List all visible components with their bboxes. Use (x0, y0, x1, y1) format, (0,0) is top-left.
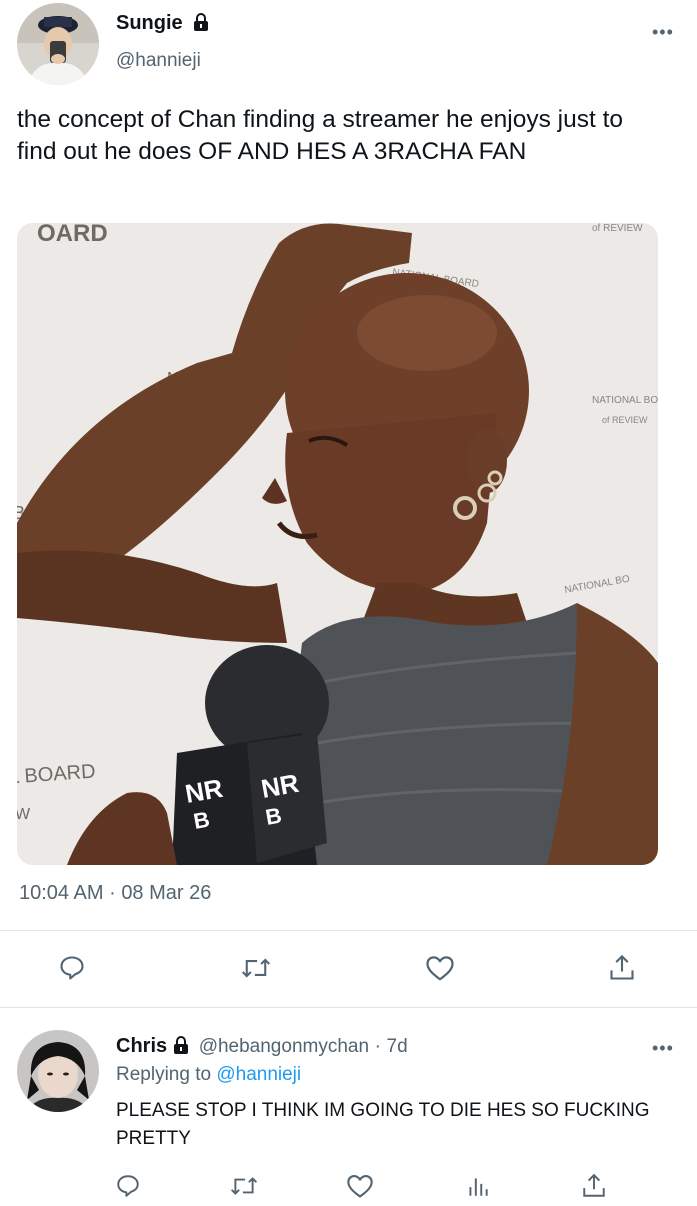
replying-to-row: Replying to @hannieji (116, 1064, 301, 1086)
tweet-text: the concept of Chan finding a streamer h… (17, 106, 624, 165)
divider (0, 930, 697, 931)
lock-icon (174, 1036, 189, 1054)
reply-retweet-button[interactable] (224, 1166, 264, 1206)
reply-button[interactable] (52, 948, 92, 988)
tweet-date[interactable]: 08 Mar 26 (121, 882, 211, 904)
more-options-button[interactable]: ••• (652, 22, 674, 43)
backdrop-text-w: W (17, 806, 31, 823)
reply-age[interactable]: 7d (387, 1036, 408, 1057)
author-handle[interactable]: @hannieji (116, 50, 201, 72)
backdrop-text-right: NATIONAL BO (592, 395, 658, 406)
reply-share-button[interactable] (574, 1166, 614, 1206)
reply-reply-button[interactable] (108, 1166, 148, 1206)
replying-to-link[interactable]: @hannieji (216, 1064, 301, 1085)
reply-more-options-button[interactable]: ••• (652, 1038, 674, 1059)
timestamp-separator: · (109, 882, 116, 904)
tweet-timestamp-row: 10:04 AM · 08 Mar 26 (19, 882, 211, 905)
reply-author-avatar[interactable] (17, 1030, 99, 1112)
share-button[interactable] (602, 948, 642, 988)
reply-icon (60, 956, 84, 980)
backdrop-text-top: OARD (37, 223, 108, 247)
backdrop-text-right-sub: of REVIEW (602, 415, 648, 425)
tweet-time[interactable]: 10:04 AM (19, 882, 104, 904)
author-avatar-image (17, 3, 99, 85)
author-avatar[interactable] (17, 3, 99, 85)
analytics-icon (469, 1178, 488, 1196)
reply-avatar-image (17, 1030, 99, 1112)
like-icon (347, 1175, 373, 1198)
reply-header: Chris @hebangonmychan · 7d (116, 1035, 408, 1058)
backdrop-text-top-right: of REVIEW (592, 223, 643, 234)
lock-icon (194, 13, 209, 31)
retweet-icon (230, 1177, 258, 1195)
divider (0, 1007, 697, 1008)
tweet-media[interactable]: OARD of REVIEW NATIONAL BOARD NATIONAL B… (17, 223, 658, 865)
share-icon (610, 954, 634, 980)
reply-icon (117, 1175, 139, 1197)
reply-author-name[interactable]: Chris (116, 1035, 167, 1057)
reply-author-handle[interactable]: @hebangonmychan (199, 1036, 369, 1057)
media-photo: OARD of REVIEW NATIONAL BOARD NATIONAL B… (17, 223, 658, 865)
retweet-button[interactable] (236, 948, 276, 988)
reply-separator: · (374, 1036, 381, 1057)
like-icon (426, 956, 454, 981)
like-button[interactable] (420, 948, 460, 988)
retweet-icon (241, 958, 271, 978)
reply-analytics-button[interactable] (458, 1166, 498, 1206)
reply-like-button[interactable] (340, 1166, 380, 1206)
share-icon (583, 1173, 605, 1197)
replying-to-prefix: Replying to (116, 1064, 212, 1085)
reply-text: PLEASE STOP I THINK IM GOING TO DIE HES … (116, 1100, 650, 1149)
author-name[interactable]: Sungie (116, 12, 183, 34)
author-name-row: Sungie (116, 12, 209, 35)
